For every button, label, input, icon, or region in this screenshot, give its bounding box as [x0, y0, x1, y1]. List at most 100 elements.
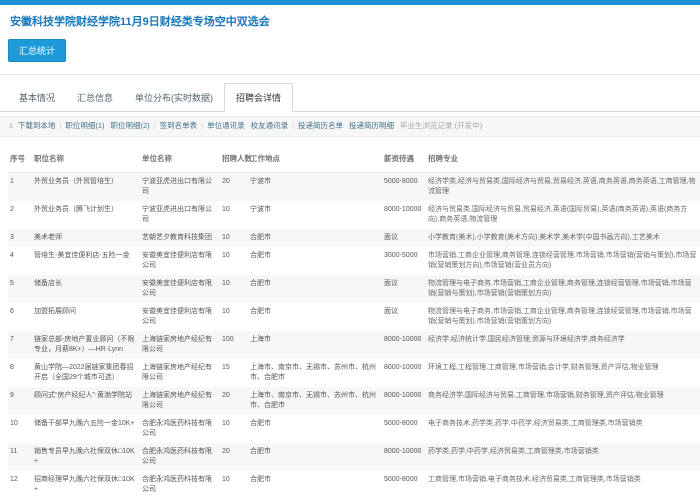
table-row: 7链家总部-房地产置业顾问（不限专业，月薪8K+）—HR·Lynn上海链家房地产… — [8, 331, 700, 359]
link-separator: | — [154, 121, 156, 130]
cell-count: 10 — [220, 247, 248, 275]
cell-no: 8 — [8, 359, 32, 387]
export-link[interactable]: 职位明细(1) — [65, 121, 104, 130]
table-row: 3美术老师艺朝艺夕教育科技集团10合肥市面议小学教育(美术),小学教育(美术方向… — [8, 229, 700, 247]
cell-salary: 8000-10000 — [382, 387, 426, 415]
cell-majors: 小学教育(美术),小学教育(美术方向),美术学,美术学(中国书画方向),工艺美术 — [426, 229, 700, 247]
export-links-bar: ⇩下载到本地|职位明细(1)职位明细(2)|签到名单表|单位通讯录校友通讯录|投… — [0, 116, 700, 137]
cell-location: 上海市、南京市、无锡市、苏州市、杭州市、合肥市 — [248, 359, 382, 387]
tab-item[interactable]: 招聘会详情 — [224, 83, 293, 112]
export-link[interactable]: 下载到本地 — [18, 121, 56, 130]
cell-salary: 5000-8000 — [382, 415, 426, 443]
cell-salary: 8000-10000 — [382, 359, 426, 387]
tab-item[interactable]: 基本情况 — [8, 84, 66, 111]
cell-salary: 面议 — [382, 229, 426, 247]
cell-location: 合肥市 — [248, 415, 382, 443]
cell-company: 艺朝艺夕教育科技集团 — [140, 229, 220, 247]
cell-position: 美术老师 — [32, 229, 140, 247]
cell-count: 20 — [220, 387, 248, 415]
export-link-disabled: 毕业生浏览记录 (开发中) — [400, 121, 482, 130]
cell-position: 管培生-美宜佳便利店-五险一金 — [32, 247, 140, 275]
cell-position: 黄山学院—2022届链家集团春招开启（全国29个城市可选） — [32, 359, 140, 387]
cell-location: 合肥市 — [248, 247, 382, 275]
cell-count: 100 — [220, 331, 248, 359]
cell-majors: 物流管理与电子商务,市场营销,工商企业管理,商务管理,连锁经营管理,市场营销,市… — [426, 275, 700, 303]
cell-company: 安徽美宜佳便利店有限公司 — [140, 247, 220, 275]
cell-no: 12 — [8, 471, 32, 499]
cell-no: 7 — [8, 331, 32, 359]
cell-no: 6 — [8, 303, 32, 331]
cell-position: 链家总部-房地产置业顾问（不限专业，月薪8K+）—HR·Lynn — [32, 331, 140, 359]
column-header: 招聘专业 — [426, 147, 700, 173]
table-row: 12招商经理早九晚六社保双休□10K+合肥永鸿医药科技有限公司10合肥市5000… — [8, 471, 700, 499]
column-header: 工作地点 — [248, 147, 382, 173]
export-link[interactable]: 投递简历明细 — [349, 121, 394, 130]
cell-location: 合肥市 — [248, 471, 382, 499]
cell-no: 9 — [8, 387, 32, 415]
cell-location: 合肥市 — [248, 303, 382, 331]
table-row: 2外贸业务员（腾飞计划生）宁波亚虎进出口有限公司10宁波市8000-10000经… — [8, 201, 700, 229]
cell-majors: 物流管理与电子商务,市场营销,工商企业管理,商务管理,连锁经营管理,市场营销,市… — [426, 303, 700, 331]
cell-position: 储备干部早九晚六五险一金10K+ — [32, 415, 140, 443]
export-link[interactable]: 投递简历名单 — [298, 121, 343, 130]
export-link[interactable]: 签到名单表 — [160, 121, 198, 130]
table-row: 10储备干部早九晚六五险一金10K+合肥永鸿医药科技有限公司10合肥市5000-… — [8, 415, 700, 443]
cell-company: 合肥永鸿医药科技有限公司 — [140, 471, 220, 499]
export-link[interactable]: 单位通讯录 — [207, 121, 245, 130]
cell-location: 合肥市 — [248, 275, 382, 303]
tab-item[interactable]: 汇总信息 — [66, 84, 124, 111]
cell-company: 上海链家房地产经纪有限公司 — [140, 359, 220, 387]
cell-majors: 商务经济学,国际经济与贸易,工商管理,市场营销,财务管理,资产评估,物业管理 — [426, 387, 700, 415]
cell-count: 20 — [220, 173, 248, 202]
cell-majors: 工商管理,市场营销,电子商务技术,经济贸易类,工商管理类,市场营销类 — [426, 471, 700, 499]
cell-count: 10 — [220, 275, 248, 303]
cell-position: 外贸业务员（腾飞计划生） — [32, 201, 140, 229]
table-row: 5储备店长安徽美宜佳便利店有限公司10合肥市面议物流管理与电子商务,市场营销,工… — [8, 275, 700, 303]
cell-company: 宁波亚虎进出口有限公司 — [140, 173, 220, 202]
cell-majors: 经济学,经济统计学,国民经济管理,资源与环境经济学,商务经济学 — [426, 331, 700, 359]
column-header: 单位名称 — [140, 147, 220, 173]
download-icon: ⇩ — [8, 123, 14, 130]
cell-count: 10 — [220, 229, 248, 247]
cell-count: 10 — [220, 471, 248, 499]
cell-salary: 面议 — [382, 303, 426, 331]
tab-item[interactable]: 单位分布(实时数据) — [124, 84, 224, 111]
section-divider — [0, 74, 700, 75]
cell-position: 加盟拓展顾问 — [32, 303, 140, 331]
page-title: 安徽科技学院财经学院11月9日财经类专场空中双选会 — [0, 5, 700, 33]
table-row: 6加盟拓展顾问安徽美宜佳便利店有限公司10合肥市面议物流管理与电子商务,市场营销… — [8, 303, 700, 331]
cell-location: 上海市 — [248, 331, 382, 359]
cell-no: 2 — [8, 201, 32, 229]
cell-company: 上海链家房地产经纪有限公司 — [140, 331, 220, 359]
cell-company: 宁波亚虎进出口有限公司 — [140, 201, 220, 229]
cell-majors: 电子商务技术,药学类,药学,中药学,经济贸易类,工商管理类,市场营销类 — [426, 415, 700, 443]
cell-salary: 5000-8000 — [382, 173, 426, 202]
cell-no: 4 — [8, 247, 32, 275]
column-header: 职位名称 — [32, 147, 140, 173]
cell-company: 合肥永鸿医药科技有限公司 — [140, 415, 220, 443]
cell-salary: 8000-10000 — [382, 331, 426, 359]
link-separator: | — [201, 121, 203, 130]
export-link[interactable]: 校友通讯录 — [251, 121, 289, 130]
tab-bar: 基本情况汇总信息单位分布(实时数据)招聘会详情 — [0, 82, 700, 112]
cell-location: 合肥市 — [248, 229, 382, 247]
link-separator: | — [292, 121, 294, 130]
export-link[interactable]: 职位明细(2) — [111, 121, 150, 130]
table-row: 8黄山学院—2022届链家集团春招开启（全国29个城市可选）上海链家房地产经纪有… — [8, 359, 700, 387]
table-row: 1外贸业务员（外贸管培生）宁波亚虎进出口有限公司20宁波市5000-8000经济… — [8, 173, 700, 202]
cell-no: 3 — [8, 229, 32, 247]
cell-location: 宁波市 — [248, 201, 382, 229]
cell-count: 10 — [220, 415, 248, 443]
table-row: 9顾问式“房产经纪人”·黄渤学院站上海链家房地产经纪有限公司20上海市、南京市、… — [8, 387, 700, 415]
cell-salary: 面议 — [382, 275, 426, 303]
cell-company: 安徽美宜佳便利店有限公司 — [140, 303, 220, 331]
cell-position: 招商经理早九晚六社保双休□10K+ — [32, 471, 140, 499]
summary-statistics-button[interactable]: 汇总统计 — [8, 39, 66, 62]
table-header: 序号职位名称单位名称招聘人数工作地点薪资待遇招聘专业 — [8, 147, 700, 173]
column-header: 序号 — [8, 147, 32, 173]
cell-majors: 经济学类,经济与贸易类,国际经济与贸易,贸易经济,英语,商务英语,商务英语,工商… — [426, 173, 700, 202]
cell-salary: 5000-8000 — [382, 471, 426, 499]
cell-count: 10 — [220, 303, 248, 331]
cell-salary: 3000-5000 — [382, 247, 426, 275]
cell-no: 10 — [8, 415, 32, 443]
